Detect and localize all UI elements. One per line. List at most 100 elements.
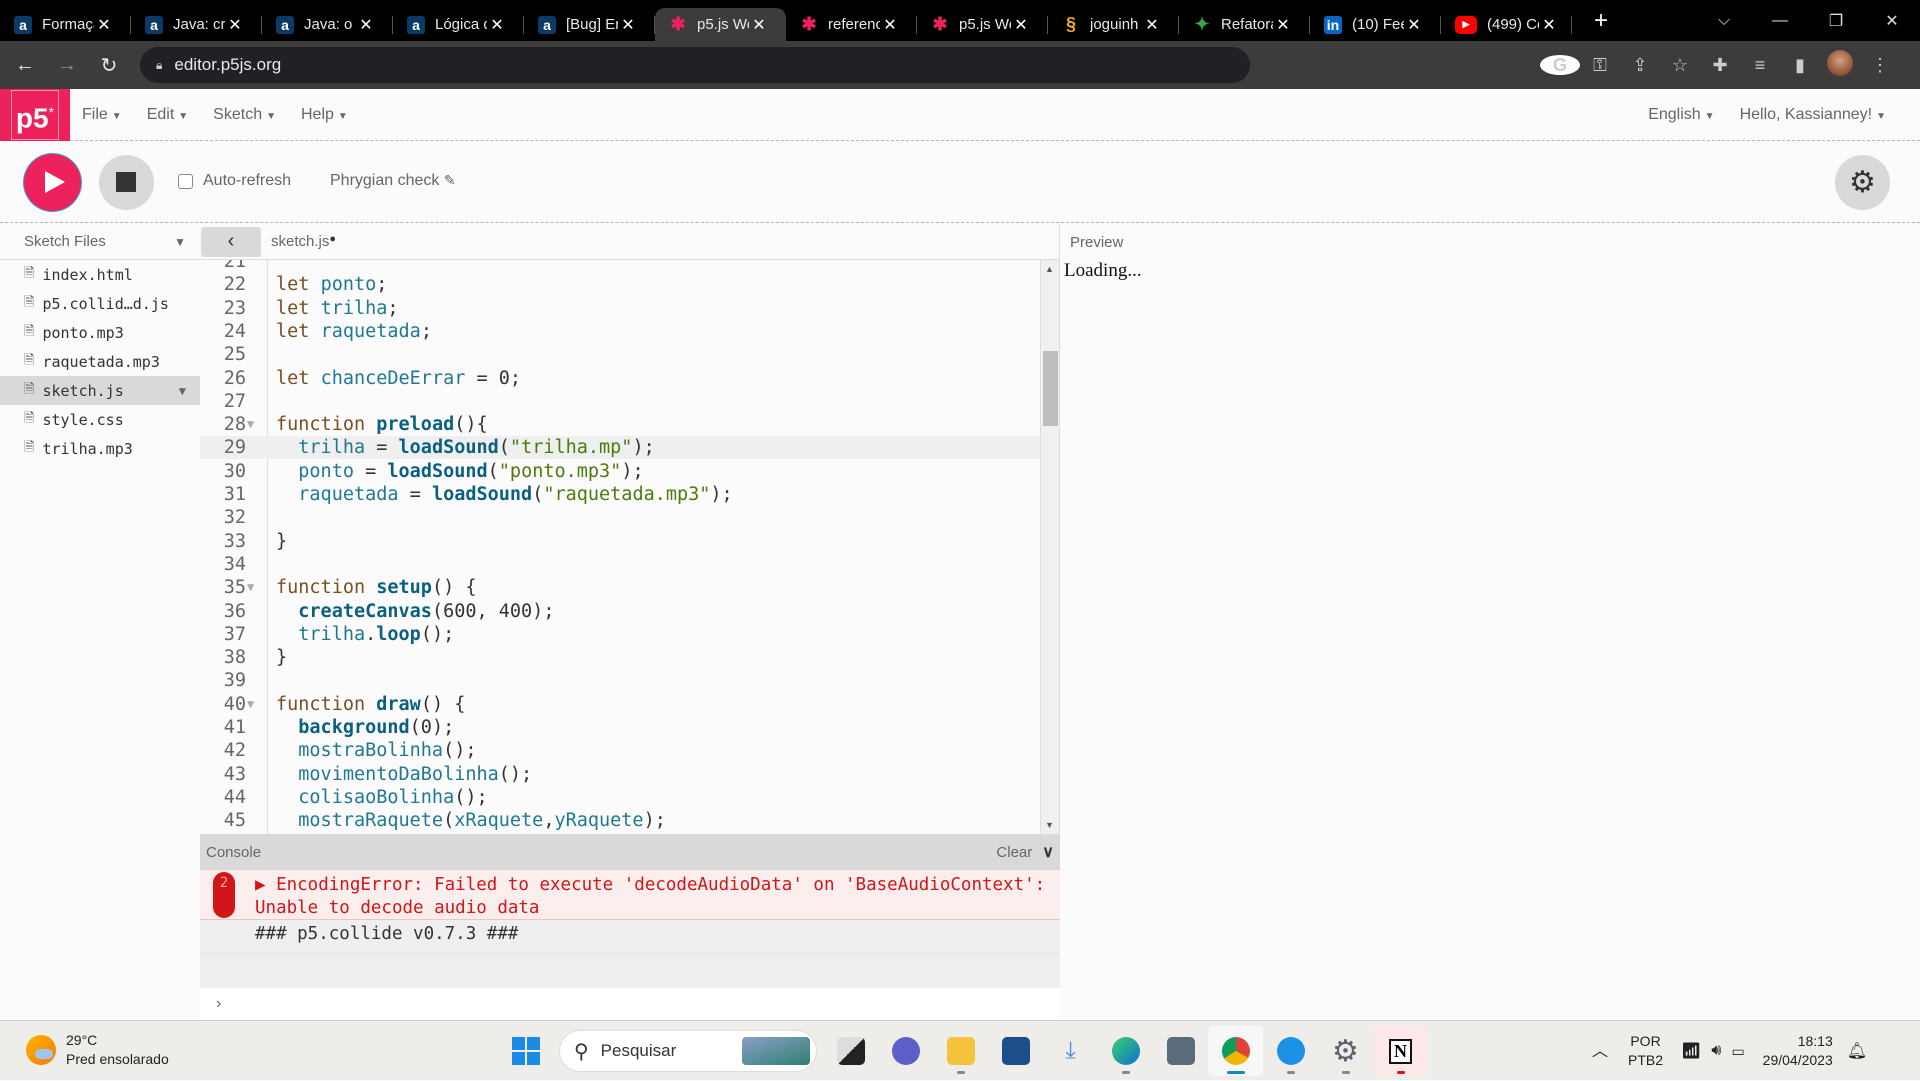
settings-button[interactable]: ⚙ (1835, 155, 1890, 210)
menu-file[interactable]: File ▼ (82, 106, 122, 124)
file-item[interactable]: 🗎︎ p5.collid…d.js (0, 289, 200, 318)
key-icon[interactable]: ⚿ (1580, 55, 1620, 76)
browser-tab[interactable]: a Formaçã✕ (0, 8, 131, 41)
code-line[interactable]: 35 ▼ function setup() { (200, 576, 1040, 599)
microsoft-store-button[interactable] (988, 1026, 1043, 1076)
file-item[interactable]: 🗎︎ index.html (0, 260, 200, 289)
settings-app-button[interactable]: ⚙ (1318, 1026, 1373, 1076)
sidebar-options-caret-icon[interactable]: ▼ (174, 235, 186, 249)
code-line[interactable]: 37 trilha.loop(); (200, 623, 1040, 646)
notion-button[interactable]: N (1373, 1026, 1428, 1076)
fold-arrow-icon[interactable]: ▼ (247, 413, 254, 436)
play-button[interactable] (24, 154, 81, 211)
start-button[interactable] (498, 1026, 553, 1076)
docker-button[interactable] (1263, 1026, 1318, 1076)
p5-logo[interactable]: p5* (0, 89, 70, 141)
volume-icon[interactable]: 🔊︎ (1711, 1042, 1721, 1060)
file-item[interactable]: 🗎︎ style.css (0, 405, 200, 434)
new-tab-button[interactable]: + (1586, 7, 1616, 35)
console-clear-button[interactable]: Clear (996, 844, 1032, 861)
battery-icon[interactable]: ▭ (1731, 1043, 1744, 1060)
file-item[interactable]: 🗎︎ raquetada.mp3 (0, 347, 200, 376)
editor-file-tab[interactable]: sketch.js● (271, 233, 336, 250)
profile-avatar[interactable] (1820, 49, 1860, 81)
teams-chat-button[interactable] (878, 1026, 933, 1076)
code-line[interactable]: 34 (200, 553, 1040, 576)
chevron-down-icon[interactable]: ∨ (1042, 842, 1054, 862)
calculator-button[interactable] (1153, 1026, 1208, 1076)
code-line[interactable]: 21 (200, 260, 1040, 273)
media-control-icon[interactable]: ≡ (1740, 55, 1780, 76)
browser-tab[interactable]: ✦ Refatora ✕ (1179, 8, 1310, 41)
close-tab-icon[interactable]: ✕ (1011, 15, 1031, 35)
chrome-button[interactable] (1208, 1026, 1263, 1076)
downloads-button[interactable]: ⤓ (1043, 1026, 1098, 1076)
collapse-sidebar-button[interactable]: ‹ (201, 226, 261, 257)
reload-icon[interactable]: ↻ (92, 53, 126, 78)
auto-refresh-toggle[interactable]: Auto-refresh (178, 172, 291, 190)
code-line[interactable]: 32 (200, 506, 1040, 529)
url-input[interactable]: 🔒︎ editor.p5js.org (140, 47, 1250, 83)
browser-tab[interactable]: a Java: o c✕ (262, 8, 393, 41)
close-tab-icon[interactable]: ✕ (1273, 15, 1293, 35)
browser-tab[interactable]: a Lógica d ✕ (393, 8, 524, 41)
code-line[interactable]: 28 ▼ function preload(){ (200, 413, 1040, 436)
code-line[interactable]: 41 background(0); (200, 716, 1040, 739)
browser-tab[interactable]: ✱ p5.js We✕ (917, 8, 1048, 41)
file-explorer-button[interactable] (933, 1026, 988, 1076)
language-menu[interactable]: English ▼ (1648, 106, 1714, 124)
browser-tab[interactable]: ▶ (499) Co✕ (1441, 8, 1572, 41)
tab-search-icon[interactable]: ⌵ (1696, 12, 1752, 30)
close-tab-icon[interactable]: ✕ (1142, 15, 1162, 35)
taskbar-search[interactable]: ⚲ Pesquisar (559, 1030, 817, 1072)
close-tab-icon[interactable]: ✕ (487, 15, 507, 35)
code-line[interactable]: 25 (200, 343, 1040, 366)
scroll-up-arrow-icon[interactable]: ▲ (1045, 264, 1054, 274)
file-options-caret-icon[interactable]: ▼ (179, 384, 186, 398)
minimize-button[interactable]: — (1752, 12, 1808, 30)
code-line[interactable]: 38} (200, 646, 1040, 669)
bookmark-star-icon[interactable]: ☆ (1660, 55, 1700, 76)
pencil-icon[interactable]: ✎ (444, 172, 456, 188)
code-line[interactable]: 42 mostraBolinha(); (200, 739, 1040, 762)
browser-tab[interactable]: a Java: cri ✕ (131, 8, 262, 41)
console-error-message[interactable]: 2 ▶ EncodingError: Failed to execute 'de… (200, 870, 1060, 920)
close-tab-icon[interactable]: ✕ (880, 15, 900, 35)
edge-button[interactable] (1098, 1026, 1153, 1076)
editor-scrollbar[interactable]: ▲ ▼ (1040, 260, 1059, 834)
close-tab-icon[interactable]: ✕ (618, 15, 638, 35)
code-line[interactable]: 43 movimentoDaBolinha(); (200, 763, 1040, 786)
extensions-icon[interactable]: ✚ (1700, 55, 1740, 76)
share-icon[interactable]: ⇪ (1620, 55, 1660, 76)
browser-tab[interactable]: ✱ referenc ✕ (786, 8, 917, 41)
wifi-icon[interactable]: 📶︎ (1681, 1041, 1701, 1061)
code-line[interactable]: 31 raquetada = loadSound("raquetada.mp3"… (200, 483, 1040, 506)
lock-icon[interactable]: 🔒︎ (156, 58, 162, 73)
weather-widget[interactable]: 29°C Pred ensolarado (26, 1031, 169, 1069)
project-name[interactable]: Phrygian check ✎ (330, 172, 456, 190)
clock[interactable]: 18:13 29/04/2023 (1763, 1032, 1833, 1070)
stop-button[interactable] (99, 155, 154, 210)
back-icon[interactable]: ← (8, 54, 42, 77)
code-line[interactable]: 26 let chanceDeErrar = 0; (200, 367, 1040, 390)
code-line[interactable]: 33} (200, 530, 1040, 553)
google-icon[interactable]: G (1540, 55, 1580, 76)
browser-tab[interactable]: a [Bug] Er ✕ (524, 8, 655, 41)
notification-bell-icon[interactable]: 🔔︎ (1847, 1041, 1867, 1061)
file-item[interactable]: 🗎︎ sketch.js ▼ (0, 376, 200, 405)
code-line[interactable]: 45 mostraRaquete(xRaquete,yRaquete); (200, 809, 1040, 832)
code-area[interactable]: 21 22 let ponto; 23 let trilha; 24 let raquet… (200, 260, 1040, 834)
code-line[interactable]: 40 ▼ function draw() { (200, 693, 1040, 716)
code-line[interactable]: 39 (200, 669, 1040, 692)
code-line[interactable]: 22 let ponto; (200, 273, 1040, 296)
menu-help[interactable]: Help ▼ (301, 106, 348, 124)
close-tab-icon[interactable]: ✕ (356, 15, 376, 35)
close-tab-icon[interactable]: ✕ (1539, 15, 1559, 35)
side-panel-icon[interactable]: ▮ (1780, 55, 1820, 76)
menu-edit[interactable]: Edit ▼ (147, 106, 188, 124)
code-line[interactable]: 29 trilha = loadSound("trilha.mp"); (200, 436, 1040, 460)
fold-arrow-icon[interactable]: ▼ (247, 693, 254, 716)
close-tab-icon[interactable]: ✕ (225, 15, 245, 35)
close-tab-icon[interactable]: ✕ (94, 15, 114, 35)
restore-button[interactable]: ❐ (1808, 11, 1864, 31)
